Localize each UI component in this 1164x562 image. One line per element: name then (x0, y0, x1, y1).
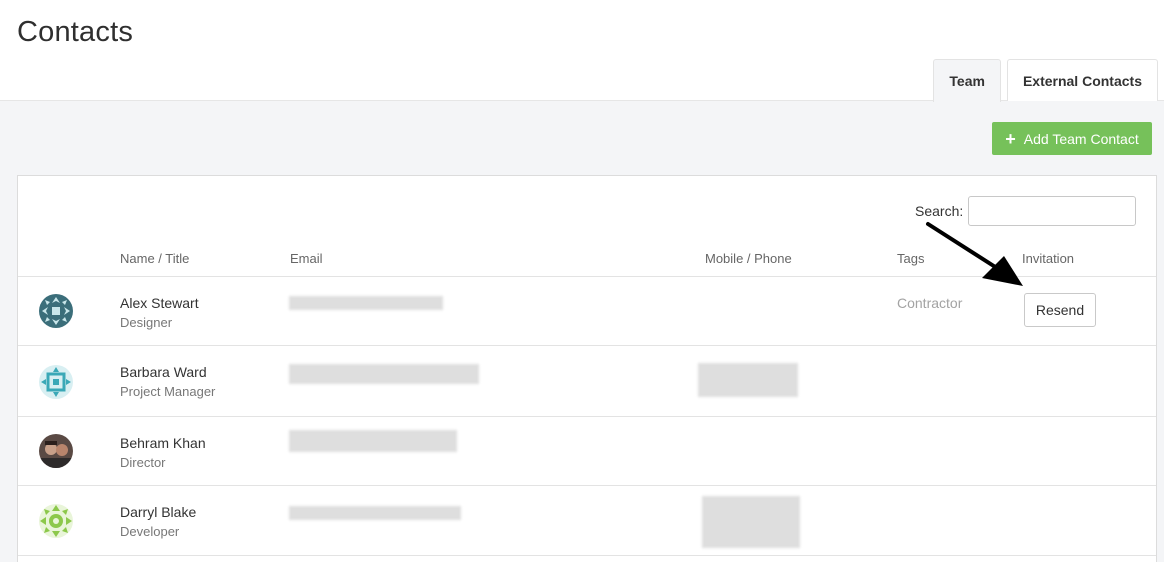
column-header-phone[interactable]: Mobile / Phone (705, 251, 792, 266)
page-title: Contacts (17, 16, 134, 48)
tab-team[interactable]: Team (933, 59, 1001, 102)
contact-name[interactable]: Behram Khan (120, 435, 206, 451)
table-divider (18, 555, 1156, 557)
column-header-name[interactable]: Name / Title (120, 251, 189, 266)
column-header-email[interactable]: Email (290, 251, 323, 266)
avatar (39, 365, 73, 399)
contact-name[interactable]: Alex Stewart (120, 295, 199, 311)
avatar (39, 294, 73, 328)
tab-external-contacts[interactable]: External Contacts (1006, 59, 1158, 101)
contact-title: Project Manager (120, 384, 216, 399)
add-team-contact-label: Add Team Contact (1023, 130, 1139, 147)
phone-redacted (698, 363, 798, 397)
avatar (39, 504, 73, 538)
add-team-contact-button[interactable]: + Add Team Contact (992, 122, 1152, 155)
email-redacted (289, 430, 457, 452)
contact-name[interactable]: Barbara Ward (120, 364, 207, 380)
search-label: Search: (915, 203, 964, 219)
avatar (39, 434, 73, 468)
table-row[interactable]: Barbara Ward Project Manager (18, 345, 1156, 416)
email-redacted (289, 506, 461, 520)
page-header: Contacts Team External Contacts (0, 0, 1164, 102)
contact-name[interactable]: Darryl Blake (120, 504, 196, 520)
contact-title: Designer (120, 315, 173, 330)
email-redacted (289, 364, 479, 384)
table-row[interactable]: Darryl Blake Developer (18, 485, 1156, 556)
arrow-pointer-icon (926, 222, 1023, 286)
email-redacted (289, 296, 443, 310)
contact-title: Developer (120, 524, 180, 539)
plus-icon: + (1005, 128, 1016, 149)
contact-title: Director (120, 455, 166, 470)
tab-bar: Team External Contacts (927, 59, 1158, 102)
phone-redacted (702, 496, 800, 548)
table-row[interactable]: Behram Khan Director (18, 416, 1156, 486)
resend-button[interactable]: Resend (1024, 293, 1096, 327)
